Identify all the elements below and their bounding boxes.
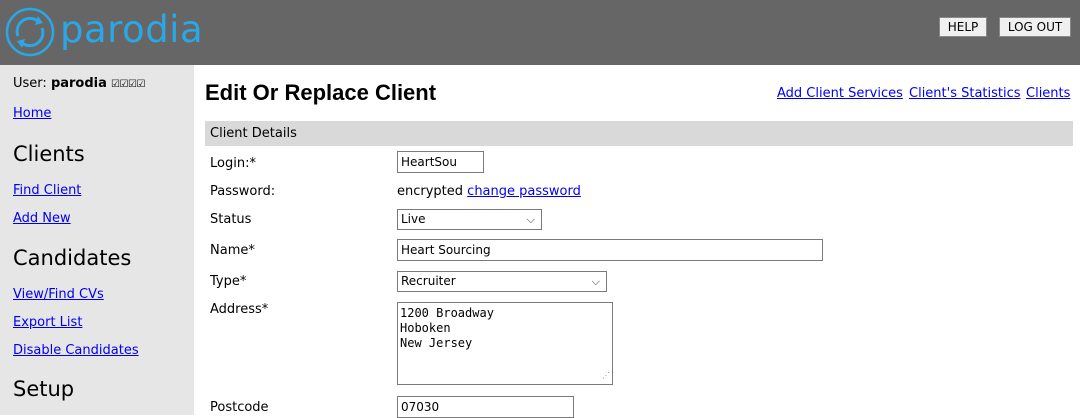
help-button[interactable]: HELP — [939, 17, 987, 37]
logo-text: parodia — [60, 7, 204, 51]
name-label: Name* — [210, 243, 255, 258]
type-select[interactable]: Recruiter ⌵ — [397, 271, 607, 292]
password-encrypted-text: encrypted — [397, 184, 464, 199]
logo[interactable]: parodia — [4, 6, 203, 58]
address-label: Address* — [210, 302, 269, 317]
password-status: encrypted change password — [397, 184, 581, 199]
sidebar-heading-clients: Clients — [13, 142, 85, 166]
chevron-down-icon: ⌵ — [526, 213, 535, 226]
add-client-services-link[interactable]: Add Client Services — [777, 86, 903, 101]
status-selected-value: Live — [401, 212, 426, 226]
sidebar-link-add-new[interactable]: Add New — [13, 211, 71, 226]
top-header: parodia HELP LOG OUT — [0, 0, 1080, 65]
login-label: Login:* — [210, 156, 256, 171]
sidebar-link-home[interactable]: Home — [13, 106, 51, 121]
status-label: Status — [210, 212, 252, 227]
sidebar-link-export-list[interactable]: Export List — [13, 315, 82, 330]
address-textarea[interactable]: 1200 Broadway Hoboken New Jersey ⋰ — [397, 302, 613, 385]
type-label: Type* — [210, 274, 247, 289]
change-password-link[interactable]: change password — [467, 184, 581, 199]
sidebar-link-disable-candidates[interactable]: Disable Candidates — [13, 343, 139, 358]
sidebar-heading-candidates: Candidates — [13, 246, 132, 270]
login-input[interactable]: HeartSou — [397, 151, 484, 173]
status-select[interactable]: Live ⌵ — [397, 209, 542, 230]
parodia-logo-icon — [5, 7, 55, 57]
sidebar-link-view-find-cvs[interactable]: View/Find CVs — [13, 287, 104, 302]
user-info: User: parodia ☑☑☑☑ — [13, 76, 145, 91]
type-selected-value: Recruiter — [401, 274, 456, 288]
user-prefix: User: — [13, 76, 47, 91]
section-header-client-details: Client Details — [205, 121, 1073, 146]
postcode-label: Postcode — [210, 400, 269, 415]
password-label: Password: — [210, 184, 276, 199]
address-text: 1200 Broadway Hoboken New Jersey — [400, 306, 494, 350]
client-statistics-link[interactable]: Client's Statistics — [909, 86, 1021, 101]
name-input[interactable]: Heart Sourcing — [397, 239, 823, 261]
user-name: parodia — [50, 76, 107, 91]
resize-grip-icon[interactable]: ⋰ — [602, 368, 610, 383]
chevron-down-icon: ⌵ — [591, 275, 600, 288]
sidebar-link-find-client[interactable]: Find Client — [13, 183, 81, 198]
clients-link[interactable]: Clients — [1026, 86, 1070, 101]
sidebar: User: parodia ☑☑☑☑ Home Clients Find Cli… — [0, 65, 194, 415]
page-title: Edit Or Replace Client — [205, 80, 437, 105]
sidebar-heading-setup: Setup — [13, 377, 75, 401]
logout-button[interactable]: LOG OUT — [999, 17, 1071, 37]
user-permissions-icons: ☑☑☑☑ — [111, 79, 145, 90]
